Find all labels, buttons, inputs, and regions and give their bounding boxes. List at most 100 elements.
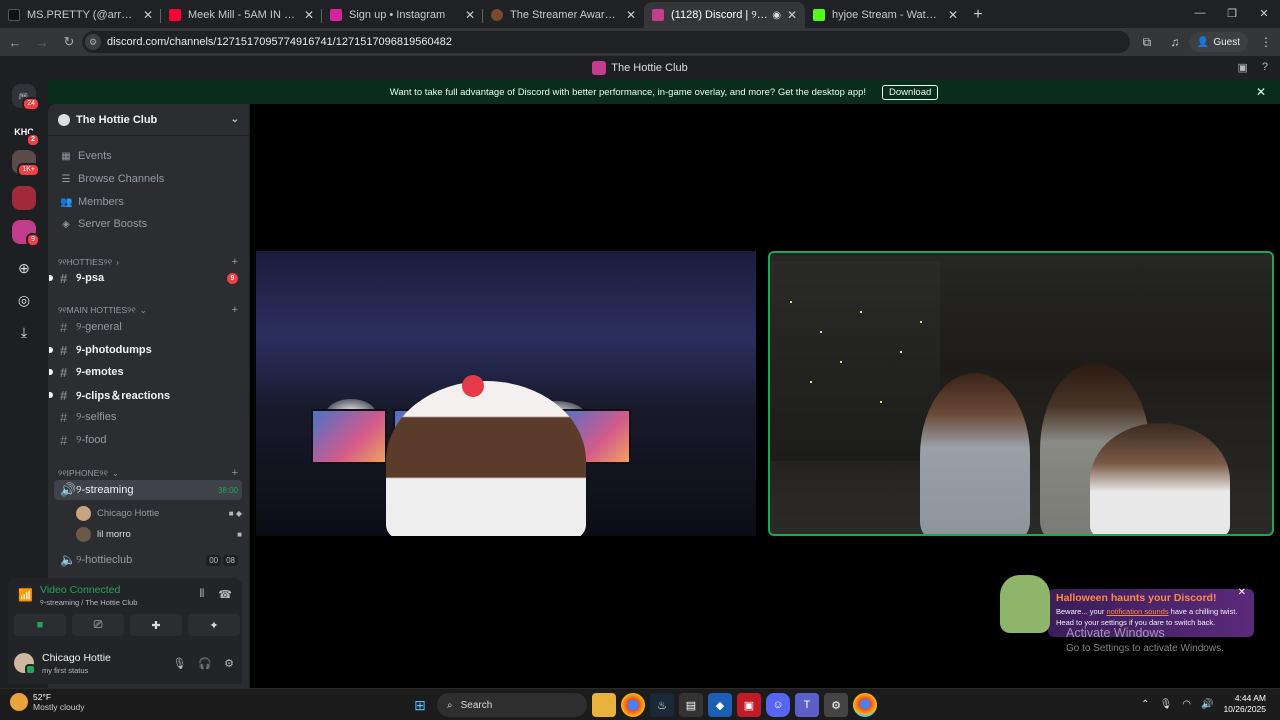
camera-button[interactable]: ■: [14, 614, 66, 636]
nav-events[interactable]: ▦ Events: [60, 148, 111, 164]
taskbar-search[interactable]: ⌕ Search: [437, 693, 587, 717]
close-icon[interactable]: ✕: [948, 8, 958, 22]
server-header[interactable]: The Hottie Club ⌄: [48, 104, 249, 136]
server-item[interactable]: [12, 186, 36, 210]
add-channel-icon[interactable]: +: [232, 256, 238, 268]
reload-icon[interactable]: ↻: [57, 30, 81, 54]
download-icon[interactable]: ⤓: [12, 320, 36, 344]
channel-selfies[interactable]: #୨-selfies: [54, 407, 242, 427]
voice-status[interactable]: Video Connected: [40, 584, 120, 596]
voice-location[interactable]: ୨-streaming / The Hottie Club: [40, 598, 137, 608]
site-info-icon[interactable]: ⚙: [85, 34, 101, 50]
browser-tab-active[interactable]: (1128) Discord | ୨-streamin◉✕: [644, 2, 805, 28]
windows-start-icon[interactable]: ⊞: [408, 693, 432, 717]
app-icon[interactable]: ▣: [737, 693, 761, 717]
chevron-up-icon[interactable]: ⌃: [1141, 699, 1149, 710]
category-hotties[interactable]: ୨୧HOTTIES୨୧ › +: [58, 256, 238, 268]
nav-browse-channels[interactable]: ☰ Browse Channels: [60, 171, 165, 187]
close-banner-icon[interactable]: ✕: [1256, 85, 1266, 99]
close-icon[interactable]: ✕: [304, 8, 314, 22]
video-tile-lil-morro[interactable]: [768, 251, 1274, 536]
weather-widget[interactable]: 52°F Mostly cloudy: [10, 692, 85, 712]
voice-channel-hottieclub[interactable]: 🔈 ୨-hottieclub 00 08: [54, 550, 242, 570]
direct-messages-button[interactable]: 🎮 24: [12, 84, 40, 111]
browser-tab[interactable]: Sign up • Instagram ✕: [322, 2, 483, 28]
add-channel-icon[interactable]: +: [232, 467, 238, 479]
hash-icon: #: [60, 432, 68, 448]
noise-suppression-icon[interactable]: ⦀: [199, 588, 204, 601]
download-button[interactable]: Download: [882, 84, 939, 100]
browser-tab[interactable]: MS.PRETTY (@arrogantdoll) | T✕: [0, 2, 161, 28]
server-the-hottie-club[interactable]: 9: [12, 220, 40, 247]
help-icon[interactable]: ?: [1262, 61, 1268, 74]
toast-link[interactable]: notification sounds: [1106, 607, 1168, 616]
browser-tab[interactable]: The Streamer Awards - Nomina✕: [483, 2, 644, 28]
steam-icon[interactable]: ♨: [650, 693, 674, 717]
media-icon[interactable]: ♫: [1161, 30, 1189, 54]
close-icon[interactable]: ✕: [787, 8, 797, 22]
app-icon[interactable]: ⚙: [824, 693, 848, 717]
teams-icon[interactable]: T: [795, 693, 819, 717]
discord-taskbar-icon[interactable]: ☺: [766, 693, 790, 717]
new-tab-button[interactable]: +: [966, 2, 990, 28]
server-folder[interactable]: 1K+: [12, 150, 40, 177]
profile-button[interactable]: 👤 Guest: [1188, 32, 1248, 52]
chrome-active-icon[interactable]: [853, 693, 877, 717]
file-explorer-icon[interactable]: [592, 693, 616, 717]
install-app-icon[interactable]: ⧉: [1133, 30, 1161, 54]
forward-icon[interactable]: →: [30, 30, 54, 54]
add-server-icon[interactable]: ⊕: [12, 256, 36, 280]
channel-general[interactable]: #୨-general: [54, 317, 242, 337]
server-khc[interactable]: KHC 2: [12, 120, 40, 147]
discover-icon[interactable]: ◎: [12, 288, 36, 312]
close-icon[interactable]: ✕: [626, 8, 636, 22]
activate-windows-text: Go to Settings to activate Windows.: [1066, 643, 1224, 654]
nav-members[interactable]: 👥 Members: [60, 194, 124, 210]
category-iphone[interactable]: ୨୧IPHONE୨୧ ⌄ +: [58, 467, 238, 479]
maximize-icon[interactable]: ❐: [1216, 0, 1248, 26]
voice-user[interactable]: Chicago Hottie ■ ◆: [76, 503, 246, 523]
channel-clips-reactions[interactable]: #୨-clips＆reactions: [49, 385, 242, 405]
browser-tab[interactable]: Meek Mill - 5AM IN PHILLY (Of✕: [161, 2, 322, 28]
channel-photodumps[interactable]: #୨-photodumps: [49, 340, 242, 360]
close-icon[interactable]: ✕: [465, 8, 475, 22]
microphone-icon[interactable]: 🎙: [172, 657, 186, 670]
clock[interactable]: 4:44 AM 10/26/2025: [1223, 693, 1266, 715]
voice-channel-streaming[interactable]: 🔊 ୨-streaming 38:00: [54, 480, 242, 500]
toolbar-right: ⧉ ♫ 👤 Guest ⋮: [1133, 30, 1280, 54]
gear-icon[interactable]: ⚙: [224, 657, 234, 670]
voice-user[interactable]: lil morro ■: [76, 524, 246, 544]
channel-food[interactable]: #୨-food: [54, 430, 242, 450]
menu-icon[interactable]: ⋮: [1252, 30, 1280, 54]
nav-server-boosts[interactable]: ◈ Server Boosts: [60, 216, 147, 232]
headphones-icon[interactable]: 🎧: [198, 657, 212, 670]
temperature: 52°F: [33, 692, 52, 702]
close-window-icon[interactable]: ✕: [1248, 0, 1280, 26]
wifi-icon[interactable]: ◠: [1182, 699, 1191, 710]
close-icon[interactable]: ✕: [1238, 587, 1246, 598]
category-main-hotties[interactable]: ୨୧MAIN HOTTIES୨୧ ⌄ +: [58, 304, 238, 316]
screen-share-button[interactable]: ⎚: [72, 614, 124, 636]
video-tile-chicago-hottie[interactable]: [256, 251, 756, 536]
microphone-icon[interactable]: 🎙: [1160, 699, 1173, 710]
app-icon[interactable]: ▤: [679, 693, 703, 717]
app-icon[interactable]: ◆: [708, 693, 732, 717]
volume-icon[interactable]: 🔊: [1201, 699, 1213, 710]
weather-icon: [10, 693, 28, 711]
activities-button[interactable]: ✚: [130, 614, 182, 636]
avatar[interactable]: [14, 653, 36, 675]
user-info[interactable]: Chicago Hottie my first status: [42, 652, 111, 675]
address-bar[interactable]: ⚙ discord.com/channels/12715170957749167…: [82, 31, 1130, 53]
back-icon[interactable]: ←: [3, 30, 27, 54]
channel-psa[interactable]: #୨-psa 9: [49, 268, 242, 288]
chrome-icon[interactable]: [621, 693, 645, 717]
inbox-icon[interactable]: ▣: [1237, 61, 1247, 74]
soundboard-button[interactable]: ✦: [188, 614, 240, 636]
disconnect-icon[interactable]: ☎: [218, 588, 232, 601]
close-icon[interactable]: ✕: [143, 8, 153, 22]
url-text: discord.com/channels/1271517095774916741…: [107, 36, 452, 48]
add-channel-icon[interactable]: +: [232, 304, 238, 316]
minimize-icon[interactable]: —: [1184, 0, 1216, 26]
browser-tab[interactable]: hyjoe Stream - Watch Live on K✕: [805, 2, 966, 28]
channel-emotes[interactable]: #୨-emotes: [49, 362, 242, 382]
